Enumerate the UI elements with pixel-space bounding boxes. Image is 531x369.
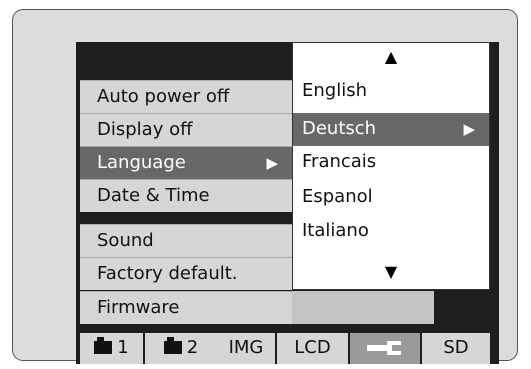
menu-item-label: Date & Time	[97, 185, 210, 206]
submenu-arrow-icon: ▶	[463, 120, 475, 138]
tab-label: IMG	[228, 337, 264, 358]
submenu-arrow-icon: ▶	[266, 154, 278, 172]
menu-filler	[292, 291, 434, 324]
tab-img[interactable]: IMG	[217, 333, 275, 364]
menu-item-label: Auto power off	[97, 86, 230, 107]
menu-item-label: Language	[97, 152, 186, 173]
camera-icon	[94, 337, 113, 354]
tab-label: SD	[443, 337, 469, 358]
language-option-english[interactable]: English	[293, 75, 489, 108]
menu-tab-bar: 1 2 IMG LCD SD	[76, 332, 499, 364]
language-option-italiano[interactable]: Italiano	[293, 215, 489, 248]
menu-item-label: Firmware	[97, 297, 180, 318]
language-option-label: English	[302, 80, 367, 101]
language-option-espanol[interactable]: Espanol	[293, 181, 489, 214]
menu-item-display-off[interactable]: Display off	[80, 113, 292, 146]
menu-item-language[interactable]: Language ▶	[80, 146, 292, 179]
camera-screen-bezel: Auto power off Display off Language ▶ Da…	[12, 9, 518, 364]
menu-item-label: Factory default.	[97, 263, 238, 284]
tab-label: 2	[186, 337, 199, 358]
camera-settings-screen: Auto power off Display off Language ▶ Da…	[76, 42, 499, 364]
tab-label: LCD	[294, 337, 331, 358]
menu-item-factory-default[interactable]: Factory default.	[80, 257, 292, 290]
camera-icon	[163, 337, 182, 354]
menu-item-auto-power-off[interactable]: Auto power off	[80, 80, 292, 113]
menu-item-sound[interactable]: Sound	[80, 224, 292, 257]
language-option-label: Deutsch	[302, 118, 377, 139]
tab-camera-2[interactable]: 2	[145, 333, 217, 364]
tab-camera-1[interactable]: 1	[80, 333, 143, 364]
language-option-label: Italiano	[302, 220, 369, 241]
menu-item-date-time[interactable]: Date & Time	[80, 179, 292, 212]
scroll-down-icon[interactable]: ▼	[293, 262, 489, 281]
language-option-deutsch[interactable]: Deutsch ▶	[293, 113, 489, 146]
language-option-label: Espanol	[302, 186, 373, 207]
language-option-francais[interactable]: Francais	[293, 146, 489, 179]
tab-label: 1	[117, 337, 129, 358]
language-popup: ▲ English Deutsch ▶ Francais Espanol Ita…	[292, 42, 490, 290]
language-option-label: Francais	[302, 151, 377, 172]
tab-setup[interactable]	[350, 333, 420, 364]
tab-lcd[interactable]: LCD	[277, 333, 348, 364]
wrench-icon	[367, 341, 401, 355]
menu-item-label: Sound	[97, 230, 154, 251]
tab-sd[interactable]: SD	[422, 333, 490, 364]
scroll-up-icon[interactable]: ▲	[293, 47, 489, 66]
menu-item-label: Display off	[97, 119, 193, 140]
menu-item-firmware[interactable]: Firmware	[80, 291, 292, 324]
